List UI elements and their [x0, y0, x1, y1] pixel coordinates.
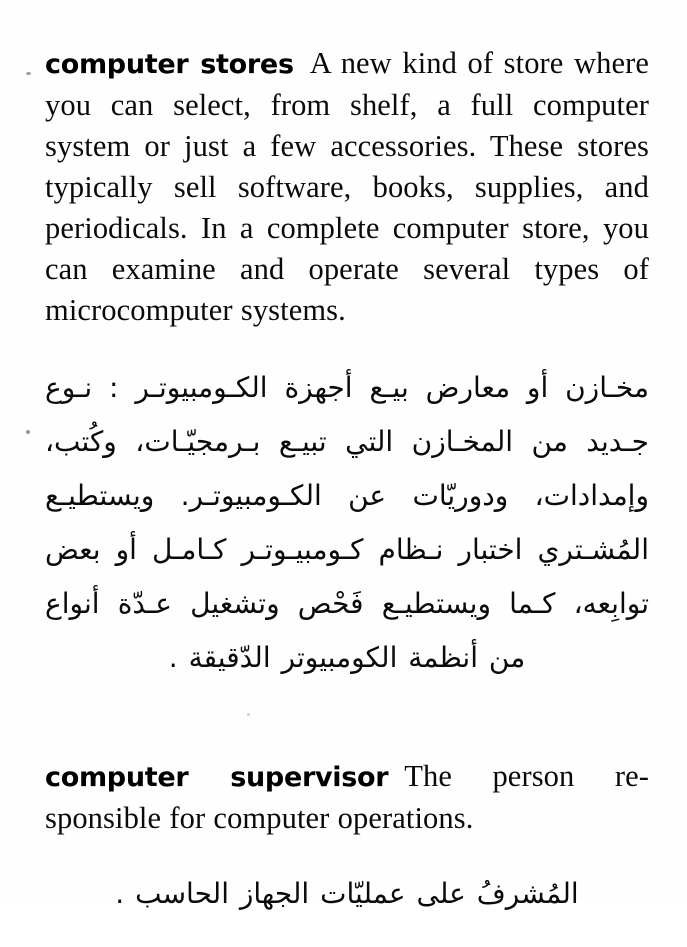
dictionary-entry-computer-supervisor: computer supervisor The person re-sponsib…: [45, 725, 649, 947]
definition-paragraph-english: computer stores A new kind of store where…: [45, 43, 649, 331]
dictionary-page: computer stores A new kind of store where…: [0, 0, 687, 911]
definition-text-english: A new kind of store where you can select…: [45, 45, 649, 327]
definition-paragraph-arabic: المُشرفُ على عمليّات الجهاز الحاسب .: [115, 877, 579, 910]
definition-paragraph-arabic: مخـازن أو معارض بيـع أجهزة الكـومبيوتـر …: [45, 371, 649, 674]
text-column: computer stores A new kind of store where…: [45, 0, 649, 911]
definition-paragraph-english: computer supervisor The person re-sponsib…: [45, 756, 649, 839]
dictionary-entry-computer-stores: computer stores A new kind of store where…: [45, 12, 649, 713]
headword-computer-stores: computer stores: [45, 48, 294, 80]
headword-computer-supervisor: computer supervisor: [45, 761, 389, 793]
scan-speck-artifact: [26, 430, 30, 434]
scan-speck-artifact: [26, 72, 31, 75]
scan-speck-artifact: [247, 713, 250, 716]
